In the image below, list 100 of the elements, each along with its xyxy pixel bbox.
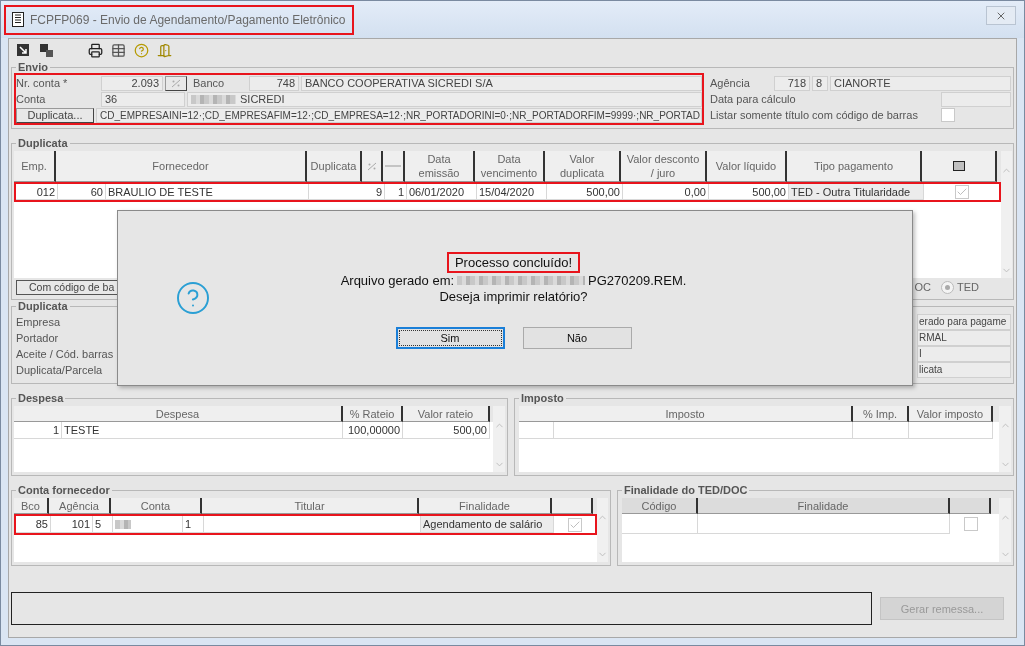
field-label: Duplicata/Parcela [16,363,104,378]
table-cell: 1 [385,184,407,200]
column-header[interactable]: Data emissão [405,151,475,182]
column-header[interactable]: Despesa [14,406,343,422]
group-title: Envio [17,61,49,73]
door-icon[interactable] [155,41,173,59]
table-cell: 15/04/2020 [477,184,547,200]
scrollbar[interactable] [999,498,1011,562]
field-label: Data para cálculo [710,93,797,105]
field-label: Portador [16,331,60,346]
column-header[interactable]: Fornecedor [56,151,307,182]
column-header[interactable] [362,151,383,182]
bank-code-field[interactable]: 748 [249,75,299,91]
help-icon [175,280,211,316]
table-cell: 06/01/2020 [407,184,477,200]
printer-icon[interactable] [86,41,104,59]
table-cell: 1 [183,516,204,533]
table-cell: 101 [51,516,93,533]
filter-field[interactable]: CD_EMPRESAINI=12·;CD_EMPRESAFIM=12·;CD_EMPRESA=12·;NR_PORTADORINI=0·;NR_PORTADORFIM=9999·;NR_PORTAD [96,107,702,123]
column-header[interactable]: Titular [202,498,419,514]
field-label: Empresa [16,315,62,330]
table-row[interactable]: 85 101 5 1 Agendamento de salário [14,514,597,535]
account-name: SICREDI [240,93,285,105]
scrollbar[interactable] [1001,151,1012,278]
field-label: Banco [192,77,226,89]
group-title: Duplicata [17,137,69,149]
detail-field[interactable]: licata [917,362,1011,378]
column-header[interactable]: Duplicata [307,151,362,182]
radio-label: OC [914,280,931,294]
scrollbar[interactable] [999,406,1011,472]
agency-digit-field[interactable]: 8 [812,75,828,91]
column-header[interactable]: Conta [111,498,202,514]
column-header[interactable]: Data vencimento [475,151,545,182]
blurred-text [115,519,131,529]
column-header[interactable]: Valor duplicata [545,151,621,182]
dialog-heading: Processo concluído! [446,251,581,273]
percent-icon [366,161,377,171]
dialog-button[interactable]: Não [522,326,632,349]
column-header[interactable]: Finalidade [698,498,950,514]
checkbox[interactable] [567,517,582,532]
squares-icon[interactable] [37,41,55,59]
column-header[interactable]: Agência [49,498,111,514]
bank-name-field[interactable]: BANCO COOPERATIVA SICREDI S/A [301,75,702,91]
scrollbar[interactable] [493,406,505,472]
dialog-text: PG270209.REM. [588,273,687,288]
dialog-button[interactable]: Sim [395,326,505,349]
table-cell: 1 [14,422,62,439]
table-cell: 500,00 [547,184,623,200]
account-name-field[interactable]: SICREDI [187,91,702,107]
table-cell: 0,00 [623,184,709,200]
table-cell: 5 [93,516,113,533]
column-header[interactable]: Código [622,498,698,514]
column-header[interactable] [383,151,405,182]
table-cell: 500,00 [709,184,789,200]
column-header[interactable]: Finalidade [419,498,552,514]
arrow-icon[interactable] [14,41,32,59]
lookup-button[interactable] [165,75,187,91]
column-header[interactable] [552,498,593,514]
table-cell: 9 [309,184,385,200]
detail-field[interactable]: I [917,346,1011,362]
group-title: Despesa [17,392,65,404]
column-header[interactable]: Emp. [14,151,56,182]
barcode-filter-button[interactable]: Com código de ba [16,279,120,295]
column-header[interactable]: Valor rateio [403,406,490,422]
column-header[interactable]: Valor líquido [707,151,787,182]
column-header[interactable] [922,151,997,182]
table-cell: Agendamento de salário [421,516,554,533]
column-header[interactable]: % Imp. [853,406,909,422]
table-cell: 100,00000 [343,422,403,439]
column-header[interactable]: Tipo pagamento [787,151,922,182]
checkbox[interactable] [954,185,969,199]
help-icon[interactable] [132,41,150,59]
agency-name-field[interactable]: CIANORTE [830,75,1011,91]
column-header[interactable]: Imposto [519,406,853,422]
account-number-field[interactable]: 2.093 [101,75,163,91]
duplicata-button[interactable]: Duplicata... [16,107,94,123]
field-label: Listar somente título com código de barras [710,109,919,121]
table-row[interactable]: 012 60 BRAULIO DE TESTE 9 1 06/01/2020 15/04/2020 500,00 0,00 500,00 TED - Outra Titularidade [14,182,1001,202]
checkbox[interactable] [963,517,978,531]
radio-option[interactable]: TED [941,280,979,294]
column-header[interactable]: Valor desconto / juro [621,151,707,182]
table-cell: 500,00 [403,422,490,439]
close-button[interactable] [986,6,1016,25]
account-field[interactable]: 36 [101,91,185,107]
column-header[interactable]: % Rateio [343,406,403,422]
field-label: Aceite / Cód. barras [16,347,114,362]
agency-field[interactable]: 718 [774,75,810,91]
blurred-text [191,94,236,104]
column-header[interactable]: Valor imposto [909,406,993,422]
scrollbar[interactable] [597,498,608,562]
column-header[interactable]: Bco [14,498,49,514]
column-header[interactable] [950,498,991,514]
date-field[interactable] [941,91,1011,107]
table-icon[interactable] [109,41,127,59]
field-label: Conta [16,93,47,105]
detail-field[interactable]: RMAL [917,330,1011,346]
table-cell: 012 [16,184,58,200]
detail-field[interactable]: erado para pagame [917,314,1011,330]
checkbox[interactable] [941,108,955,122]
square-icon [952,161,965,171]
